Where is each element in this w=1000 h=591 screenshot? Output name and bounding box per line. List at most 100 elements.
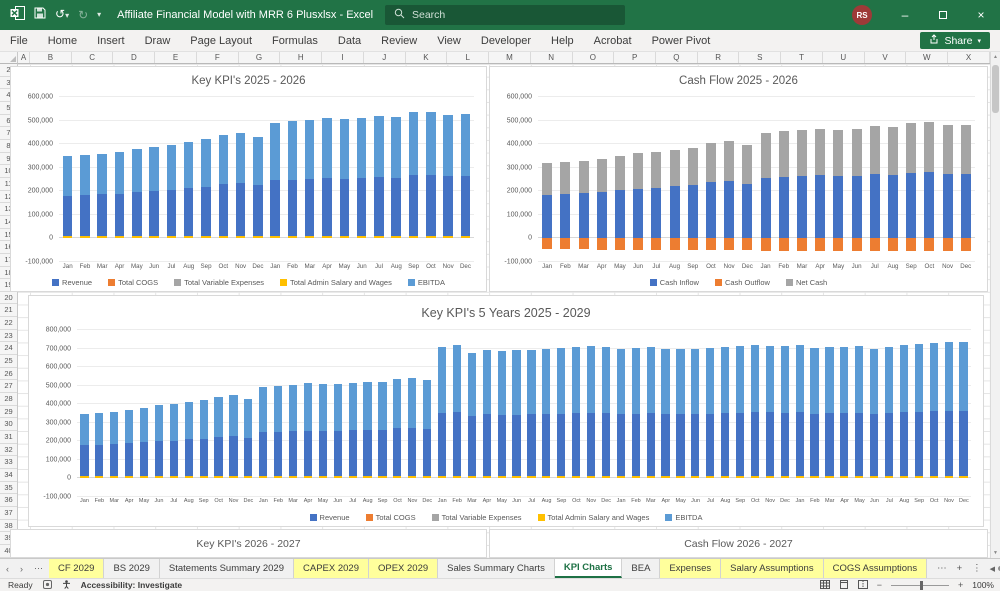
row-header-24[interactable]: 24	[0, 342, 17, 356]
tab-splitter-icon[interactable]: ⋮	[972, 563, 982, 574]
column-header-D[interactable]: D	[113, 52, 156, 63]
column-header-A[interactable]: A	[18, 52, 30, 63]
row-header-28[interactable]: 28	[0, 393, 17, 406]
row-header-27[interactable]: 27	[0, 380, 17, 394]
column-header-K[interactable]: K	[406, 52, 448, 63]
row-header-36[interactable]: 36	[0, 494, 17, 507]
chart-key-kpi-2026-2027[interactable]: Key KPI's 2026 - 2027	[10, 529, 487, 558]
ribbon-tab-page-layout[interactable]: Page Layout	[180, 30, 262, 52]
ribbon-tab-developer[interactable]: Developer	[471, 30, 541, 52]
column-header-F[interactable]: F	[197, 52, 239, 63]
ribbon-tab-data[interactable]: Data	[328, 30, 371, 52]
save-icon[interactable]	[34, 6, 46, 24]
page-break-view-icon[interactable]	[857, 579, 868, 591]
page-layout-view-icon[interactable]	[839, 579, 849, 591]
sheet-tab-bea[interactable]: BEA	[622, 559, 661, 578]
minimize-button[interactable]: –	[886, 0, 924, 30]
restore-button[interactable]	[924, 0, 962, 30]
row-header-32[interactable]: 32	[0, 444, 17, 457]
horizontal-scrollbar[interactable]: ◀ ▶	[990, 559, 1000, 578]
sheet-tab-expenses[interactable]: Expenses	[660, 559, 722, 578]
hscroll-left-icon[interactable]: ◀	[990, 565, 995, 573]
sheet-tab-cf-2029[interactable]: CF 2029	[49, 559, 105, 578]
sheet-tab-sales-summary-charts[interactable]: Sales Summary Charts	[438, 559, 555, 578]
accessibility-status[interactable]: Accessibility: Investigate	[81, 580, 183, 590]
column-header-H[interactable]: H	[280, 52, 323, 63]
row-header-29[interactable]: 29	[0, 406, 17, 419]
macro-record-icon[interactable]	[42, 579, 52, 591]
row-header-34[interactable]: 34	[0, 469, 17, 482]
undo-icon[interactable]: ↺▾	[55, 0, 69, 31]
ribbon-tab-acrobat[interactable]: Acrobat	[584, 30, 642, 52]
zoom-in-button[interactable]: +	[958, 580, 963, 590]
share-button[interactable]: Share ▾	[920, 32, 990, 49]
row-header-25[interactable]: 25	[0, 355, 17, 368]
scroll-down-icon[interactable]: ▼	[991, 548, 1000, 558]
column-header-Q[interactable]: Q	[656, 52, 698, 63]
row-header-23[interactable]: 23	[0, 330, 17, 343]
zoom-slider[interactable]	[890, 580, 949, 590]
sheet-tab-cogs-assumptions[interactable]: COGS Assumptions	[823, 559, 928, 578]
customize-qat-icon[interactable]: ▾	[97, 0, 101, 30]
tabs-overflow-icon[interactable]: ⋯	[937, 563, 947, 574]
column-header-R[interactable]: R	[698, 52, 740, 63]
column-header-W[interactable]: W	[906, 52, 949, 63]
column-header-N[interactable]: N	[531, 52, 573, 63]
ribbon-tab-file[interactable]: File	[0, 30, 38, 52]
chart-key-kpi-2025-2026[interactable]: Key KPI's 2025 - 2026 600,000 500,000 400,0…	[10, 66, 487, 292]
sheet-tab-opex-2029[interactable]: OPEX 2029	[368, 559, 439, 578]
select-all-corner[interactable]	[0, 52, 18, 64]
ribbon-tab-draw[interactable]: Draw	[135, 30, 181, 52]
sheet-tab-capex-2029[interactable]: CAPEX 2029	[294, 559, 369, 578]
chart-cash-flow-2025-2026[interactable]: Cash Flow 2025 - 2026 600,000 500,000 400,0…	[489, 66, 988, 292]
column-header-T[interactable]: T	[781, 52, 823, 63]
sheet-tab-salary-assumptions[interactable]: Salary Assumptions	[721, 559, 824, 578]
column-header-B[interactable]: B	[30, 52, 72, 63]
ribbon-tab-insert[interactable]: Insert	[87, 30, 135, 52]
search-box[interactable]: Search	[385, 5, 625, 25]
zoom-level[interactable]: 100%	[972, 580, 994, 590]
column-header-L[interactable]: L	[447, 52, 490, 63]
column-header-U[interactable]: U	[823, 52, 865, 63]
sheet-tab-statements-summary-2029[interactable]: Statements Summary 2029	[160, 559, 294, 578]
row-header-37[interactable]: 37	[0, 507, 17, 520]
column-header-P[interactable]: P	[614, 52, 657, 63]
column-header-M[interactable]: M	[489, 52, 531, 63]
column-header-S[interactable]: S	[739, 52, 782, 63]
ribbon-tab-formulas[interactable]: Formulas	[262, 30, 328, 52]
ribbon-tab-review[interactable]: Review	[371, 30, 427, 52]
new-sheet-button[interactable]: +	[957, 563, 963, 574]
ribbon-tab-help[interactable]: Help	[541, 30, 584, 52]
zoom-slider-thumb[interactable]	[919, 580, 923, 590]
ribbon-tab-view[interactable]: View	[427, 30, 471, 52]
excel-logo-icon[interactable]	[10, 5, 25, 25]
row-header-22[interactable]: 22	[0, 317, 17, 330]
sheet-tab-bs-2029[interactable]: BS 2029	[104, 559, 160, 578]
column-header-G[interactable]: G	[239, 52, 281, 63]
tabs-more-icon[interactable]: ⋯	[34, 563, 43, 574]
column-header-V[interactable]: V	[865, 52, 907, 63]
row-header-30[interactable]: 30	[0, 418, 17, 432]
row-header-26[interactable]: 26	[0, 368, 17, 381]
chart-cash-flow-2026-2027[interactable]: Cash Flow 2026 - 2027	[489, 529, 988, 558]
normal-view-icon[interactable]	[819, 579, 830, 591]
column-header-J[interactable]: J	[364, 52, 406, 63]
column-header-O[interactable]: O	[573, 52, 615, 63]
close-button[interactable]: ×	[962, 0, 1000, 30]
tabs-scroll-right-icon[interactable]: ›	[20, 564, 23, 574]
column-header-X[interactable]: X	[948, 52, 990, 63]
ribbon-tab-power-pivot[interactable]: Power Pivot	[642, 30, 721, 52]
vertical-scrollbar-thumb[interactable]	[992, 65, 999, 113]
column-header-I[interactable]: I	[322, 52, 364, 63]
vertical-scrollbar[interactable]: ▲ ▼	[990, 52, 1000, 558]
row-header-31[interactable]: 31	[0, 431, 17, 444]
tabs-scroll-left-icon[interactable]: ‹	[6, 564, 9, 574]
avatar[interactable]: RS	[852, 5, 872, 25]
chart-key-kpi-5-years-2025-2029[interactable]: Key KPI's 5 Years 2025 - 2029 800,000 700,…	[28, 295, 984, 527]
ribbon-tab-home[interactable]: Home	[38, 30, 87, 52]
column-header-C[interactable]: C	[72, 52, 114, 63]
row-header-21[interactable]: 21	[0, 304, 17, 318]
row-header-20[interactable]: 20	[0, 292, 17, 305]
column-header-E[interactable]: E	[155, 52, 197, 63]
row-header-35[interactable]: 35	[0, 482, 17, 495]
